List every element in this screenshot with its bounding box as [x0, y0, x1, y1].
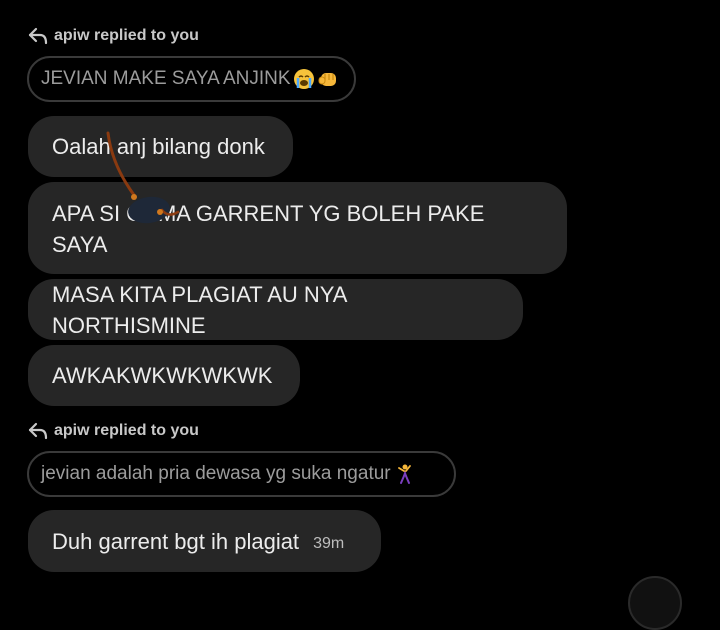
- quoted-text: jevian adalah pria dewasa yg suka ngatur: [41, 463, 391, 484]
- message-text: AWKAKWKWKWKWK: [52, 363, 273, 388]
- reply-header: apiw replied to you: [28, 27, 199, 45]
- quoted-message[interactable]: JEVIAN MAKE SAYA ANJINK: [27, 56, 356, 102]
- fist-bump-emoji-icon: [318, 73, 336, 86]
- message-bubble[interactable]: AWKAKWKWKWKWK: [28, 345, 300, 406]
- message-text: Oalah anj bilang donk: [52, 134, 265, 159]
- reply-header-text: apiw replied to you: [54, 27, 199, 44]
- avatar[interactable]: [628, 576, 682, 630]
- message-text: APA SI CUMA GARRENT YG BOLEH PAKE SAYA: [52, 201, 485, 257]
- reply-arrow-icon: [28, 27, 48, 45]
- reply-header: apiw replied to you: [28, 422, 199, 440]
- reply-arrow-icon: [28, 422, 48, 440]
- message-text: Duh garrent bgt ih plagiat: [52, 528, 300, 554]
- reply-header-text: apiw replied to you: [54, 422, 199, 439]
- message-bubble[interactable]: MASA KITA PLAGIAT AU NYA NORTHISMINE: [28, 279, 523, 340]
- message-timestamp: 39m: [313, 534, 345, 552]
- message-bubble[interactable]: Duh garrent bgt ih plagiat 39m: [28, 510, 381, 572]
- message-bubble[interactable]: APA SI CUMA GARRENT YG BOLEH PAKE SAYA: [28, 182, 567, 274]
- message-text: MASA KITA PLAGIAT AU NYA NORTHISMINE: [52, 281, 347, 338]
- quoted-message[interactable]: jevian adalah pria dewasa yg suka ngatur: [27, 451, 456, 497]
- dancing-man-emoji-icon: [397, 464, 411, 484]
- message-bubble[interactable]: Oalah anj bilang donk: [28, 116, 293, 177]
- crying-face-emoji-icon: [293, 69, 314, 89]
- quoted-text: JEVIAN MAKE SAYA ANJINK: [41, 68, 291, 89]
